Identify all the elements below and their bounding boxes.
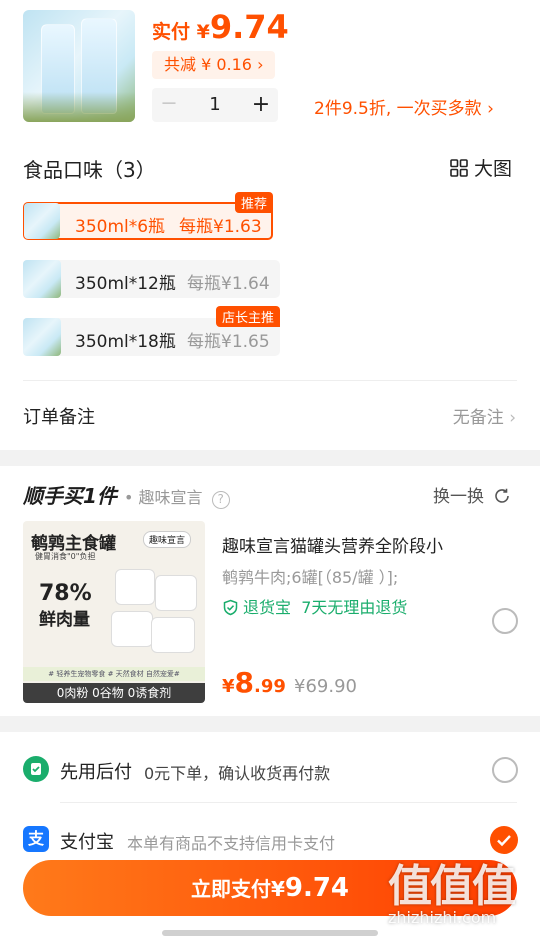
big-view-toggle[interactable]: 大图: [450, 154, 512, 181]
payment-method-name: 支付宝: [60, 832, 114, 853]
chevron-right-icon: ›: [509, 408, 516, 428]
addon-title[interactable]: 趣味宣言猫罐头营养全阶段小: [222, 532, 443, 557]
alipay-icon: 支: [23, 826, 49, 852]
shield-check-icon: [222, 599, 239, 620]
pay-later-icon: [23, 756, 49, 782]
flavor-section-title: 食品口味（3）: [23, 158, 156, 182]
addon-original-price: ¥69.90: [294, 676, 357, 697]
order-note-row[interactable]: 订单备注 无备注 ›: [0, 384, 540, 444]
recommend-badge: 推荐: [234, 192, 273, 213]
option-thumbnail: [23, 318, 61, 356]
addon-shop-name: • 趣味宣言 ?: [124, 484, 230, 509]
discount-button[interactable]: 共减 ¥ 0.16 ›: [152, 51, 276, 79]
addon-card: 顺手买1件 • 趣味宣言 ? 换一换 鹌鹑主食罐 健胃消食"0"负担 趣味宣言 …: [0, 466, 540, 716]
addon-product-image[interactable]: 鹌鹑主食罐 健胃消食"0"负担 趣味宣言 78% 鲜肉量 # 轻养生宠物零食 #…: [23, 521, 205, 703]
pay-later-radio[interactable]: [492, 757, 518, 783]
order-note-value: 无备注 ›: [452, 408, 516, 428]
multi-buy-promo[interactable]: 2件9.5折, 一次买多款 ›: [314, 94, 494, 119]
flavor-option[interactable]: 350ml*6瓶 每瓶¥1.63 推荐: [23, 192, 273, 240]
refresh-icon: [493, 487, 511, 510]
addon-select-radio[interactable]: [492, 608, 518, 634]
chevron-right-icon: ›: [257, 55, 264, 74]
grid-icon: [450, 159, 468, 177]
payment-method-name: 先用后付: [60, 762, 132, 783]
option-spec: 350ml*18瓶: [75, 332, 176, 352]
product-summary-card: 实付 ¥9.74 共减 ¥ 0.16 › － 1 + 2件9.5折, 一次买多款…: [0, 0, 540, 450]
addon-spec[interactable]: 鹌鹑牛肉;6罐[（85/罐 ）];: [222, 564, 398, 588]
option-thumbnail: [24, 203, 60, 239]
home-indicator: [162, 930, 378, 936]
quantity-decrease-button[interactable]: －: [152, 88, 186, 122]
payment-method-row[interactable]: 支 支付宝 本单有商品不支持信用卡支付: [0, 816, 540, 866]
quantity-stepper: － 1 +: [152, 88, 278, 122]
swap-button[interactable]: 换一换: [433, 482, 511, 510]
alipay-radio-checked[interactable]: [490, 826, 518, 854]
payment-method-row[interactable]: 先用后付 0元下单，确认收货再付款: [0, 744, 540, 794]
info-icon[interactable]: ?: [211, 491, 230, 509]
quantity-increase-button[interactable]: +: [244, 88, 278, 122]
pay-now-button[interactable]: 立即支付¥9.74: [23, 860, 517, 916]
option-thumbnail: [23, 260, 61, 298]
product-image[interactable]: [23, 10, 135, 122]
option-unit-price: 每瓶¥1.65: [187, 332, 270, 352]
payment-method-desc: 本单有商品不支持信用卡支付: [127, 834, 336, 853]
addon-brand: 顺手买1件: [23, 484, 117, 508]
option-spec: 350ml*6瓶: [75, 217, 166, 237]
divider: [60, 802, 517, 803]
divider: [23, 380, 517, 381]
option-unit-price: 每瓶¥1.63: [179, 217, 262, 237]
payment-method-desc: 0元下单，确认收货再付款: [144, 764, 331, 783]
return-guarantee: 退货宝 7天无理由退货: [222, 594, 407, 620]
chevron-right-icon: ›: [487, 99, 494, 119]
option-unit-price: 每瓶¥1.64: [187, 274, 270, 294]
order-note-label: 订单备注: [23, 407, 95, 428]
flavor-option[interactable]: 350ml*12瓶 每瓶¥1.64: [23, 260, 280, 298]
addon-price: ¥8.99: [222, 666, 286, 699]
pay-price: 实付 ¥9.74: [152, 8, 289, 46]
quantity-value[interactable]: 1: [192, 88, 238, 122]
option-spec: 350ml*12瓶: [75, 274, 176, 294]
flavor-option[interactable]: 350ml*18瓶 每瓶¥1.65 店长主推: [23, 306, 280, 356]
shop-recommend-badge: 店长主推: [215, 306, 280, 327]
